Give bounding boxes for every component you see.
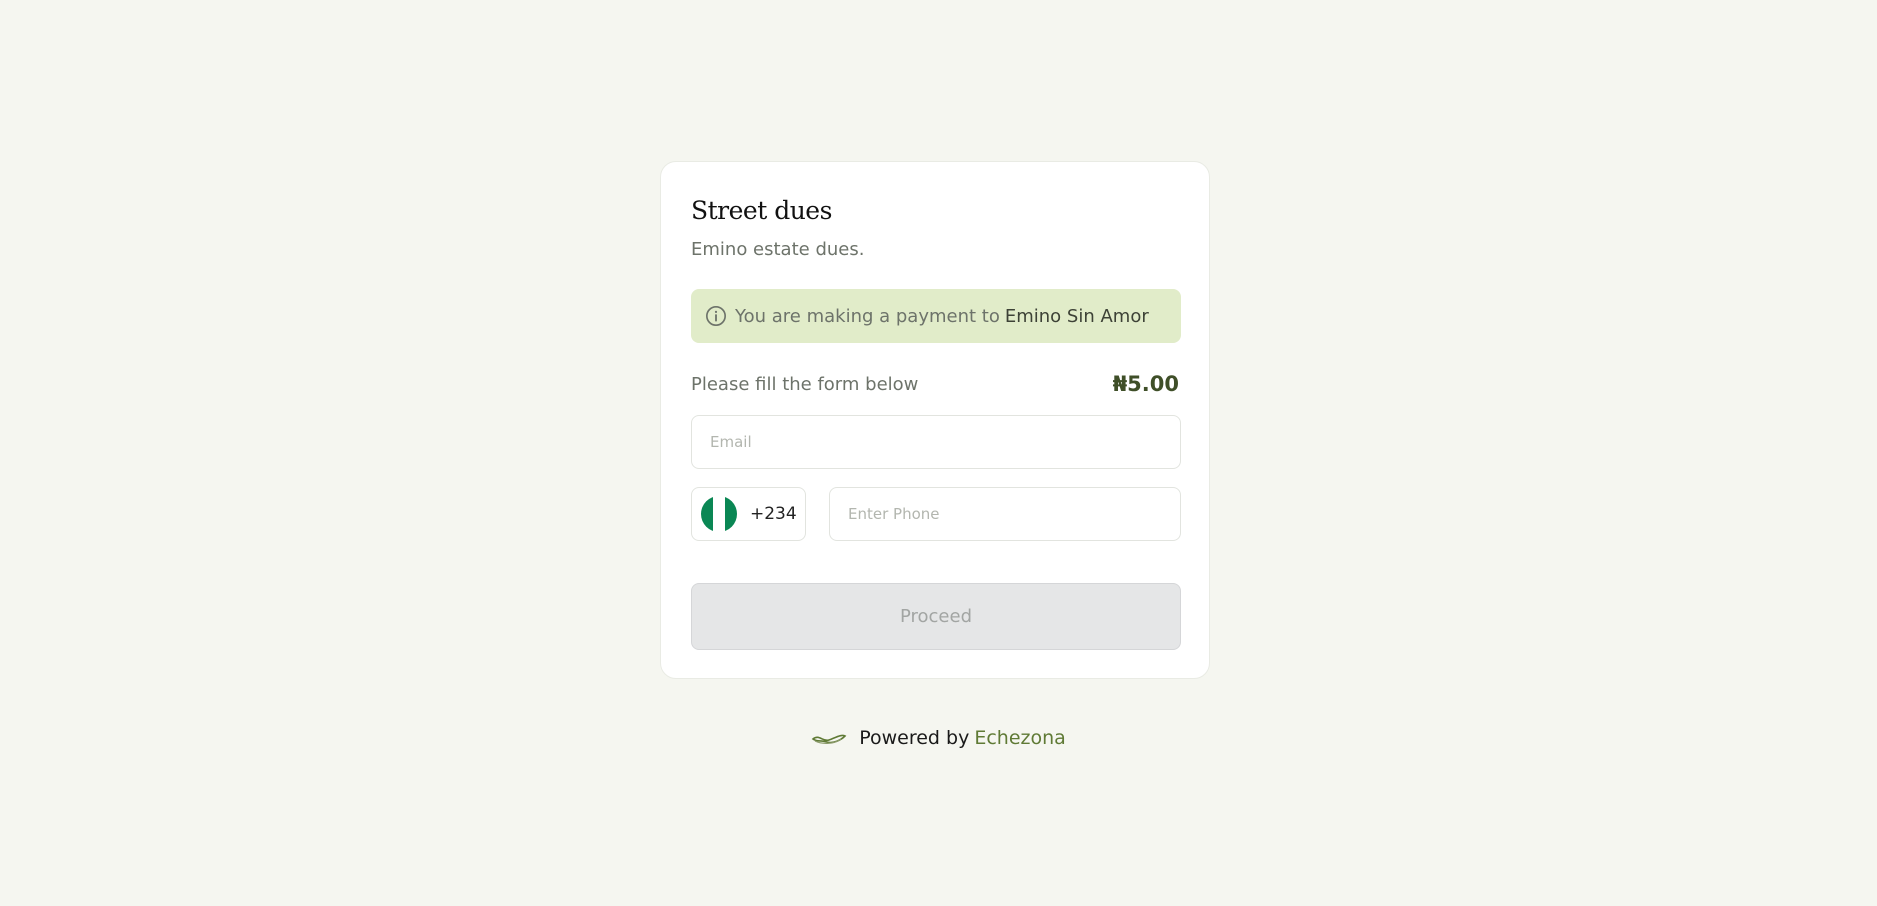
powered-by-text: Powered by — [859, 727, 970, 749]
page-subtitle: Emino estate dues. — [691, 239, 865, 260]
info-icon — [706, 306, 726, 326]
footer: Powered by Echezona — [0, 727, 1877, 749]
email-field[interactable] — [691, 415, 1181, 469]
phone-field[interactable] — [829, 487, 1181, 541]
payment-card: Street dues Emino estate dues. You are m… — [660, 161, 1210, 679]
payment-amount: ₦5.00 — [1112, 372, 1179, 396]
brand-link[interactable]: Echezona — [974, 727, 1065, 749]
proceed-button[interactable]: Proceed — [691, 583, 1181, 650]
payment-notice: You are making a payment to Emino Sin Am… — [691, 289, 1181, 343]
form-instruction: Please fill the form below — [691, 374, 919, 395]
country-code-selector[interactable]: +234 — [691, 487, 806, 541]
nigeria-flag-icon — [701, 496, 737, 532]
payee-name: Emino Sin Amor — [1004, 305, 1149, 327]
echezona-logo-icon — [811, 734, 847, 744]
notice-text: You are making a payment to — [735, 305, 1000, 327]
page-title: Street dues — [691, 196, 832, 225]
dial-code: +234 — [750, 504, 797, 524]
